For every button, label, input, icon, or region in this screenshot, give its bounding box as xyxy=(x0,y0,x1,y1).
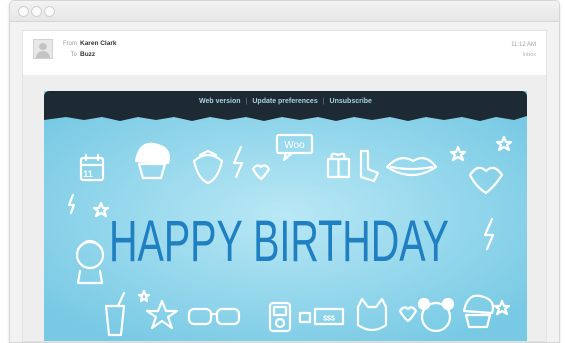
zoom-window-button[interactable] xyxy=(44,6,55,17)
window-titlebar xyxy=(10,1,559,22)
minimize-window-button[interactable] xyxy=(31,6,42,17)
from-label: From xyxy=(63,41,77,47)
web-version-link[interactable]: Web version xyxy=(199,98,241,105)
happy-birthday-headline: HAPPY BIRTHDAY xyxy=(109,209,449,274)
close-window-button[interactable] xyxy=(18,6,29,17)
link-separator: | xyxy=(245,98,248,105)
birthday-banner: 11 Woo $$$ HAPPY BIRTHDAY xyxy=(44,111,527,341)
update-preferences-link[interactable]: Update preferences xyxy=(252,98,317,105)
ticket-text: $$$ xyxy=(323,316,335,323)
email-content: Web version | Update preferences | Unsubscri… xyxy=(44,91,527,341)
calendar-day: 11 xyxy=(83,169,93,179)
from-row: From Karen Clark xyxy=(57,40,117,47)
message-header: From Karen Clark To Buzz 11:12 AM Inbox xyxy=(22,30,547,75)
to-label: To xyxy=(70,52,77,58)
message-body: Web version | Update preferences | Unsubscri… xyxy=(22,75,547,342)
link-separator: | xyxy=(322,98,325,105)
sender-name[interactable]: Karen Clark xyxy=(80,40,117,47)
woo-sticker-text: Woo xyxy=(284,140,305,151)
message-folder: Inbox xyxy=(522,52,536,58)
recipient-name[interactable]: Buzz xyxy=(80,51,95,58)
mail-window: From Karen Clark To Buzz 11:12 AM Inbox We… xyxy=(9,0,560,343)
unsubscribe-link[interactable]: Unsubscribe xyxy=(330,98,372,105)
sender-avatar[interactable] xyxy=(33,39,53,59)
to-row: To Buzz xyxy=(57,51,96,58)
message-time: 11:12 AM xyxy=(511,42,536,48)
